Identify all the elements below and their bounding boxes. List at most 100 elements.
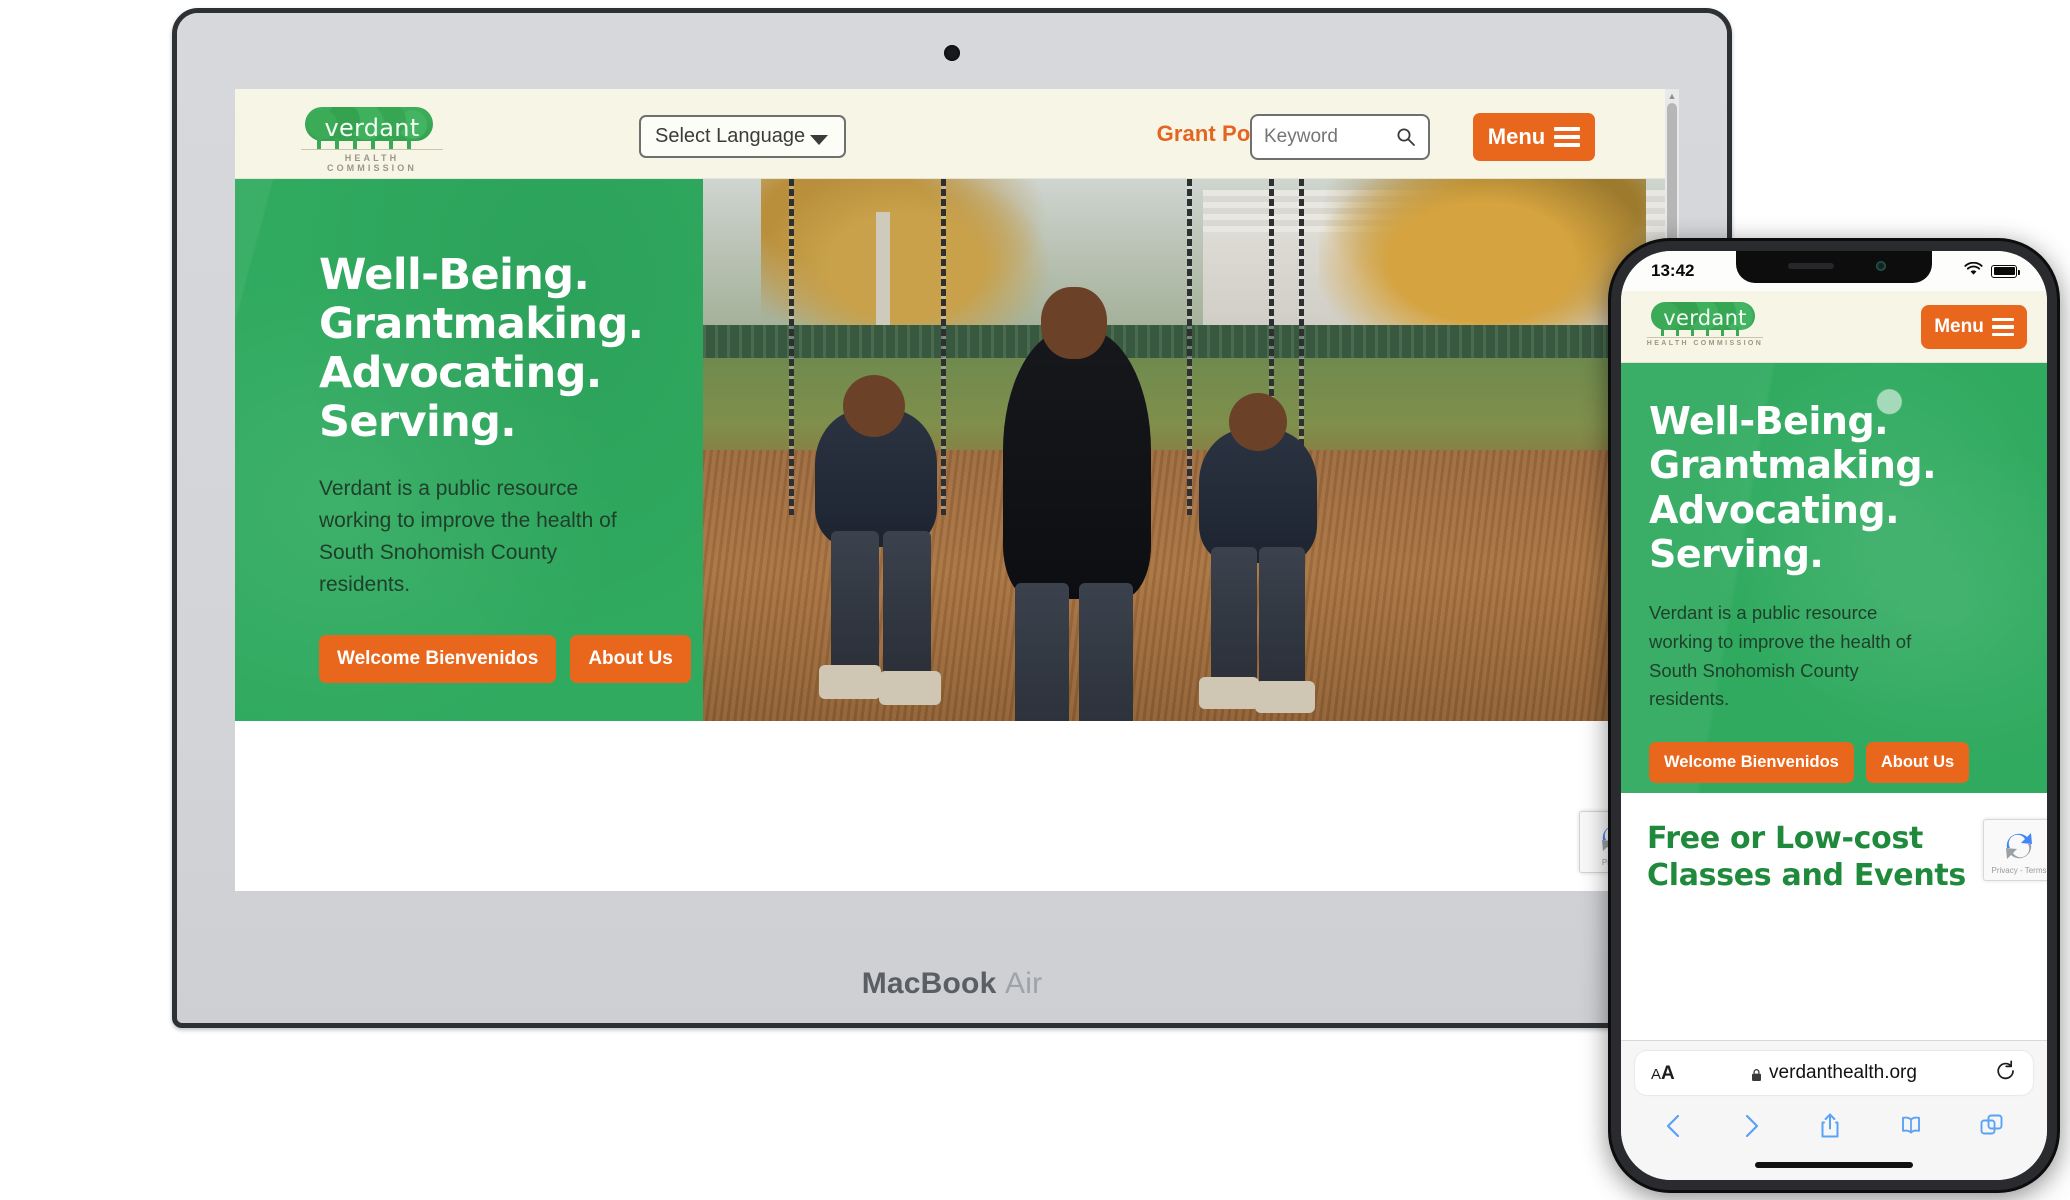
photo-swing-chain [1187,179,1192,516]
text-size-aa-button[interactable]: AA [1651,1063,1675,1085]
earpiece-speaker-icon [1788,263,1834,269]
photo-adult-legs [1079,583,1133,721]
photo-child-right-shoe [1199,677,1259,709]
hero-heading-line-4: Serving. [319,397,517,448]
mobile-hero-heading-line-4: Serving. [1649,532,1824,577]
back-icon[interactable] [1663,1112,1685,1145]
hamburger-icon [1991,317,2014,337]
recaptcha-badge[interactable]: Privacy - Terms [1983,819,2047,881]
mobile-menu-button[interactable]: Menu [1921,305,2027,349]
mobile-hero-paragraph: Verdant is a public resource working to … [1649,601,1912,710]
forward-icon[interactable] [1740,1112,1762,1145]
mobile-site-header: verdant HEALTH COMMISSION Menu [1621,291,2047,363]
logo-tagline: HEALTH COMMISSION [326,153,417,173]
photo-child-left-head [843,375,905,437]
photo-child-left-shoe [879,671,941,705]
mobile-classes-section: Free or Low-cost Classes and Events Priv… [1621,793,2047,945]
phone-notch [1736,251,1932,283]
photo-child-right-legs [1259,547,1305,689]
mobile-hero-heading-line-1: Well-Being. [1649,399,1889,443]
content-below-hero: Privacy [235,721,1665,891]
language-select-value: Select Language [655,125,806,147]
scrollbar-up-arrow-icon[interactable]: ▲ [1667,91,1677,101]
hero-paragraph: Verdant is a public resource working to … [319,477,617,596]
macbook-air-mockup: verdant HEALTH COMMISSION Select Languag… [172,8,1732,1068]
photo-swing-chain [1269,179,1274,429]
search-icon[interactable] [1396,127,1416,147]
photo-child-left-legs [883,531,931,677]
menu-button[interactable]: Menu [1473,113,1595,161]
photo-swing-chain [941,179,946,516]
search-box[interactable] [1250,114,1430,160]
phone-screen: 13:42 verdant HEALTH COMMISSION Menu Wel… [1621,251,2047,1180]
hero-heading-line-2: Grantmaking. [319,299,644,350]
mobile-welcome-bienvenidos-button[interactable]: Welcome Bienvenidos [1649,742,1854,784]
reload-icon[interactable] [1995,1060,2017,1089]
hamburger-icon [1554,127,1581,147]
logo-divider [1647,337,1763,338]
iphone-mockup: 13:42 verdant HEALTH COMMISSION Menu Wel… [1608,238,2060,1193]
hero-heading-line-1: Well-Being. [319,250,590,300]
home-indicator [1755,1162,1913,1168]
menu-button-label: Menu [1487,124,1546,149]
recaptcha-icon [2001,828,2037,867]
photo-child-left-legs [831,531,879,677]
address-bar[interactable]: AA verdanthealth.org [1635,1051,2033,1095]
language-select[interactable]: Select Language [639,115,846,158]
photo-child-right-head [1229,393,1287,451]
url-text: verdanthealth.org [1769,1062,1917,1083]
mobile-menu-label: Menu [1934,316,1984,337]
logo-tagline: HEALTH COMMISSION [1646,340,1764,347]
macbook-brand-label: MacBook Air [177,967,1727,1001]
mobile-site-logo[interactable]: verdant HEALTH COMMISSION [1645,300,1765,347]
photo-adult-head [1041,287,1107,359]
photo-child-right-shoe [1255,681,1315,713]
site-header: verdant HEALTH COMMISSION Select Languag… [235,89,1665,179]
battery-icon [1991,264,2020,278]
laptop-lid: verdant HEALTH COMMISSION Select Languag… [172,8,1732,1028]
browser-viewport: verdant HEALTH COMMISSION Select Languag… [235,89,1679,891]
webcam-icon [944,45,960,61]
logo-divider [301,149,443,150]
hero-section: Well-Being. Grantmaking. Advocating. Ser… [235,179,1665,721]
hero-heading: Well-Being. Grantmaking. Advocating. Ser… [319,250,703,448]
safari-tool-row [1621,1103,2047,1153]
hero-button-group: Welcome Bienvenidos About Us [319,634,703,683]
macbook-brand-light: Air [1005,967,1043,1000]
search-input[interactable] [1264,126,1394,148]
mobile-hero-heading-line-2: Grantmaking. [1649,443,1937,488]
front-camera-icon [1876,261,1886,271]
tabs-icon[interactable] [1979,1113,2005,1144]
photo-swing-chain [789,179,794,516]
status-indicators [1964,261,2020,281]
wifi-icon [1964,261,1983,281]
site-logo[interactable]: verdant HEALTH COMMISSION [297,105,447,173]
photo-adult [1003,329,1151,599]
url-display: verdanthealth.org [1635,1062,2033,1084]
mobile-hero-button-group: Welcome Bienvenidos About Us [1649,742,2019,784]
recaptcha-privacy-label: Privacy - Terms [1991,866,2047,875]
mobile-hero-heading: Well-Being. Grantmaking. Advocating. Ser… [1649,399,2019,577]
welcome-bienvenidos-button[interactable]: Welcome Bienvenidos [319,634,557,683]
status-time: 13:42 [1651,261,1695,280]
logo-wordmark: verdant [1663,306,1747,330]
hero-heading-line-3: Advocating. [319,348,602,399]
photo-child-left-shoe [819,665,881,699]
macbook-brand-bold: MacBook [861,967,997,1000]
lock-icon [1751,1066,1762,1081]
page-scroll-area: verdant HEALTH COMMISSION Select Languag… [235,89,1665,891]
safari-toolbar: AA verdanthealth.org [1621,1040,2047,1180]
verdant-tree-logo-icon: verdant [1645,300,1765,336]
logo-wordmark: verdant [324,114,420,142]
share-icon[interactable] [1818,1112,1842,1145]
about-us-button[interactable]: About Us [570,634,691,683]
mobile-section-heading: Free or Low-cost Classes and Events [1647,821,1966,893]
photo-autumn-tree-left [760,179,1050,331]
photo-adult-legs [1015,583,1069,721]
chevron-down-icon [810,135,828,145]
mobile-about-us-button[interactable]: About Us [1865,742,1970,784]
hero-text-panel: Well-Being. Grantmaking. Advocating. Ser… [235,179,703,721]
bookmarks-icon[interactable] [1898,1113,1924,1144]
mobile-hero-heading-line-3: Advocating. [1649,487,1900,532]
photo-child-right-legs [1211,547,1257,689]
